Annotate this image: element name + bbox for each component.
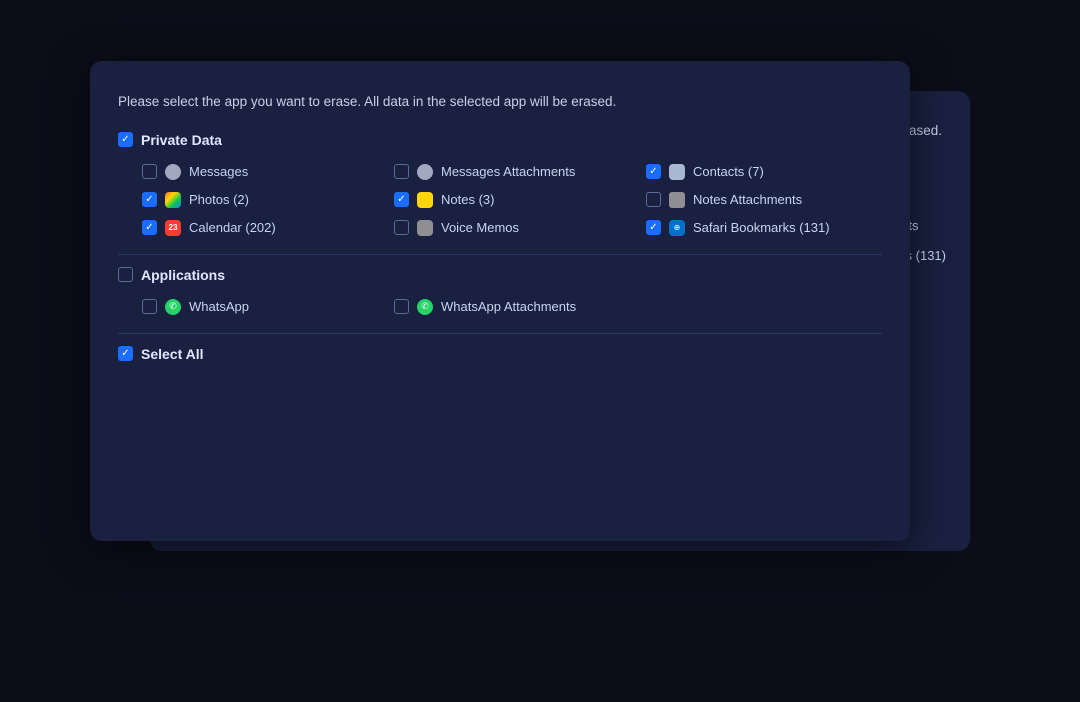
checkbox-whatsapp-att[interactable] [394,299,409,314]
private-data-title: Private Data [141,132,222,148]
checkbox-voice[interactable] [394,220,409,235]
label-whatsapp: WhatsApp [189,299,249,314]
checkbox-whatsapp[interactable] [142,299,157,314]
item-photos: Photos (2) [142,192,378,208]
checkbox-notes[interactable] [394,192,409,207]
checkbox-safari[interactable] [646,220,661,235]
label-whatsapp-att: WhatsApp Attachments [441,299,576,314]
label-contacts: Contacts (7) [693,164,764,179]
checkbox-contacts[interactable] [646,164,661,179]
private-data-grid: Messages Messages Attachments Contacts (… [118,164,882,236]
checkbox-calendar[interactable] [142,220,157,235]
applications-section-header: Applications [118,267,882,283]
applications-checkbox[interactable] [118,267,133,282]
checkbox-notes-att[interactable] [646,192,661,207]
select-all-row: Select All [118,346,882,362]
item-notes-att: Notes Attachments [646,192,882,208]
label-notes: Notes (3) [441,192,494,207]
checkbox-photos[interactable] [142,192,157,207]
checkbox-messages[interactable] [142,164,157,179]
label-voice: Voice Memos [441,220,519,235]
divider-1 [118,254,882,255]
item-notes: Notes (3) [394,192,630,208]
label-messages: Messages [189,164,248,179]
item-messages-att: Messages Attachments [394,164,630,180]
instruction-text: Please select the app you want to erase.… [118,93,882,112]
item-whatsapp-att: ✆ WhatsApp Attachments [394,299,630,315]
label-notes-att: Notes Attachments [693,192,802,207]
item-contacts: Contacts (7) [646,164,882,180]
item-messages: Messages [142,164,378,180]
checkbox-messages-att[interactable] [394,164,409,179]
select-all-checkbox[interactable] [118,346,133,361]
private-data-section-header: Private Data [118,132,882,148]
item-calendar: 23 Calendar (202) [142,220,378,236]
item-safari: ⊕ Safari Bookmarks (131) [646,220,882,236]
item-whatsapp: ✆ WhatsApp [142,299,378,315]
applications-grid: ✆ WhatsApp ✆ WhatsApp Attachments [118,299,882,315]
select-all-label: Select All [141,346,204,362]
label-messages-att: Messages Attachments [441,164,575,179]
front-panel: Please select the app you want to erase.… [90,61,910,541]
label-photos: Photos (2) [189,192,249,207]
applications-title: Applications [141,267,225,283]
private-data-checkbox[interactable] [118,132,133,147]
label-safari: Safari Bookmarks (131) [693,220,830,235]
label-calendar: Calendar (202) [189,220,276,235]
item-voice: Voice Memos [394,220,630,236]
divider-2 [118,333,882,334]
